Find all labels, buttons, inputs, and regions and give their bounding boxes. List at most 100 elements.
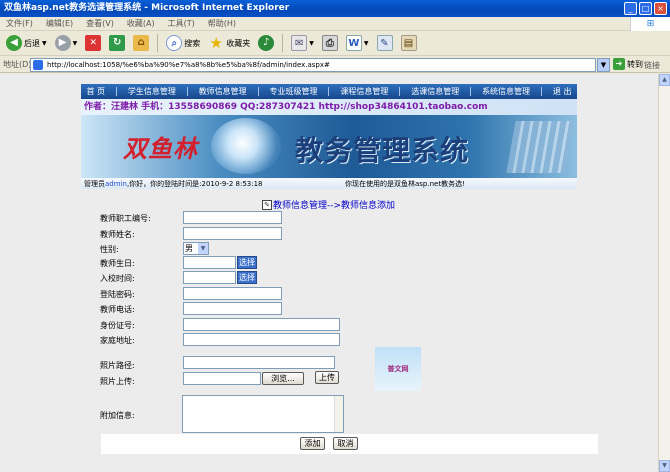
vertical-scrollbar[interactable]: ▲ ▼ [658, 74, 670, 472]
discuss-button[interactable]: ✎ [375, 33, 395, 53]
go-button[interactable]: ➜ 转到 [613, 58, 643, 70]
banner-brand: 双鱼林 [123, 134, 198, 163]
label-photo-path: 照片路径: [100, 361, 135, 370]
nav-class[interactable]: 专业班级管理 [270, 86, 318, 97]
refresh-icon: ↻ [109, 35, 126, 51]
links-button[interactable]: 链接 [644, 60, 660, 71]
phone-input[interactable] [183, 302, 282, 315]
forward-button[interactable]: ▶ ▼ [53, 33, 80, 53]
nav-select[interactable]: 选课信息管理 [411, 86, 459, 97]
address-input[interactable]: http://localhost:1058/%e6%ba%90%e7%a8%8b… [30, 58, 596, 72]
print-button[interactable]: ⎙ [320, 33, 340, 53]
search-icon: ⌕ [166, 35, 183, 51]
windows-logo-icon: ⊞ [630, 17, 670, 31]
maximize-button[interactable]: □ [639, 2, 652, 15]
back-button[interactable]: ◀ 后退 ▼ [4, 33, 49, 53]
password-input[interactable] [183, 287, 282, 300]
nav-separator [540, 87, 542, 96]
edit-icon: ✎ [262, 199, 272, 210]
refresh-button[interactable]: ↻ [107, 33, 127, 53]
address-label: 地址(D) [3, 60, 32, 69]
address-dropdown-icon[interactable]: ▼ [597, 58, 610, 72]
teacher-no-input[interactable] [183, 211, 282, 224]
photo-file-input[interactable] [183, 372, 261, 385]
document-edit-icon: W [345, 35, 362, 51]
scroll-down-icon[interactable]: ▼ [659, 460, 670, 472]
minimize-button[interactable]: _ [624, 2, 637, 15]
mail-button[interactable]: ✉ ▼ [289, 33, 316, 53]
browse-button[interactable]: 浏览... [262, 372, 304, 385]
arrive-date-input[interactable] [183, 271, 236, 284]
favorites-button[interactable]: ★ 收藏夹 [206, 33, 252, 53]
memo-textarea[interactable] [182, 395, 344, 433]
nav-separator [115, 87, 117, 96]
nav-student[interactable]: 学生信息管理 [128, 86, 176, 97]
label-address: 家庭地址: [100, 336, 135, 345]
home-button[interactable]: ⌂ [131, 33, 151, 53]
arrive-date-choose-button[interactable]: 选择 [237, 271, 257, 284]
form-title: ✎ 教师信息管理-->教师信息添加 [262, 198, 395, 211]
login-status: 管理员admin,你好，你的登陆时间是:2010-9-2 8:53:18 你现在… [81, 178, 577, 189]
photo-preview: 普文网 [375, 347, 421, 391]
author-info: 作者：汪建林 手机：13558690869 QQ:287307421 http:… [81, 99, 577, 115]
birthday-input[interactable] [183, 256, 236, 269]
sex-value: 男 [185, 244, 193, 253]
label-phone: 教师电话: [100, 305, 135, 314]
status-left: 管理员admin,你好，你的登陆时间是:2010-9-2 8:53:18 [84, 179, 263, 189]
status-right: 你现在使用的是双鱼林asp.net教务选! [345, 180, 465, 188]
menu-edit[interactable]: 编辑(E) [46, 18, 73, 29]
stop-button[interactable]: ✕ [83, 33, 103, 53]
nav-logout[interactable]: 退 出 [553, 86, 572, 97]
printer-icon: ⎙ [321, 35, 338, 51]
menu-favorites[interactable]: 收藏(A) [127, 18, 155, 29]
menu-bar: 文件(F) 编辑(E) 查看(V) 收藏(A) 工具(T) 帮助(H) [0, 17, 670, 31]
edit-button[interactable]: W ▼ [344, 33, 371, 53]
toolbar-separator [282, 34, 284, 52]
home-icon: ⌂ [133, 35, 150, 51]
site-nav: 首 页 学生信息管理 教师信息管理 专业班级管理 课程信息管理 选课信息管理 系… [81, 84, 577, 99]
cancel-button[interactable]: 取消 [333, 437, 358, 450]
banner-system-title: 教务管理系统 [295, 134, 470, 167]
menu-view[interactable]: 查看(V) [86, 18, 114, 29]
chevron-down-icon: ▼ [309, 39, 314, 47]
address-input-field[interactable] [183, 333, 340, 346]
scroll-up-icon[interactable]: ▲ [659, 74, 670, 86]
birthday-choose-button[interactable]: 选择 [237, 256, 257, 269]
nav-teacher[interactable]: 教师信息管理 [199, 86, 247, 97]
status-login-time: ,你好，你的登陆时间是:2010-9-2 8:53:18 [126, 180, 263, 188]
photo-path-input[interactable] [183, 356, 335, 369]
id-card-input[interactable] [183, 318, 340, 331]
chevron-down-icon: ▼ [363, 39, 369, 47]
sex-select[interactable]: 男 ▼ [183, 242, 209, 255]
add-button[interactable]: 添加 [300, 437, 325, 450]
nav-home[interactable]: 首 页 [86, 86, 105, 97]
chevron-down-icon: ▼ [72, 39, 78, 47]
media-button[interactable]: ♪ [256, 33, 276, 53]
upload-button[interactable]: 上传 [315, 371, 339, 384]
teacher-name-input[interactable] [183, 227, 282, 240]
status-user: admin [105, 180, 127, 188]
memo-scrollbar[interactable] [334, 396, 343, 432]
forward-arrow-icon: ▶ [54, 35, 71, 51]
label-password: 登陆密码: [100, 290, 135, 299]
label-sex: 性别: [100, 245, 119, 254]
window-controls: _ □ × [624, 2, 667, 15]
toolbar-separator [157, 34, 159, 52]
menu-file[interactable]: 文件(F) [6, 18, 33, 29]
go-label: 转到 [627, 59, 643, 69]
banner-glow [211, 118, 281, 174]
search-button[interactable]: ⌕ 搜索 [164, 33, 202, 53]
research-button[interactable]: ▤ [399, 33, 419, 53]
status-prefix: 管理员 [84, 180, 105, 188]
nav-course[interactable]: 课程信息管理 [340, 86, 388, 97]
favorites-label: 收藏夹 [226, 38, 251, 48]
close-button[interactable]: × [654, 2, 667, 15]
nav-system[interactable]: 系统信息管理 [482, 86, 530, 97]
photo-preview-text: 普文网 [387, 365, 409, 373]
menu-help[interactable]: 帮助(H) [208, 18, 236, 29]
form-title-text: 教师信息管理-->教师信息添加 [273, 201, 396, 211]
go-arrow-icon: ➜ [613, 58, 625, 70]
research-icon: ▤ [400, 35, 417, 51]
search-label: 搜索 [184, 38, 201, 48]
menu-tools[interactable]: 工具(T) [168, 18, 195, 29]
